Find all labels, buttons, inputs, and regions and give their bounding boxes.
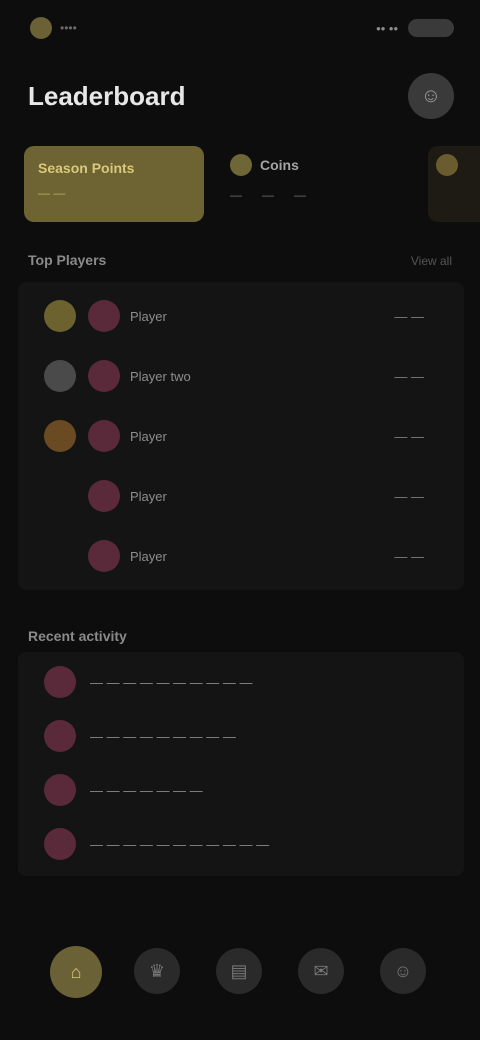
coins-card[interactable]: Coins — — — — [224, 146, 414, 222]
view-all-link[interactable]: View all — [411, 254, 452, 268]
avatar — [44, 666, 76, 698]
avatar — [88, 540, 120, 572]
activity-row[interactable]: — — — — — — — — [18, 764, 464, 816]
player-name: Player — [130, 488, 167, 504]
activity-text: — — — — — — — — — — — — [90, 836, 270, 852]
card-stat: — — [230, 188, 242, 202]
app-name: •••• — [60, 21, 77, 35]
player-score: — — — [394, 308, 424, 324]
player-name: Player — [130, 308, 167, 324]
activity-label: Recent activity — [28, 628, 127, 644]
ranking-row[interactable]: Player — — — [18, 526, 464, 586]
header: Leaderboard ☺ — [28, 73, 454, 119]
player-name: Player two — [130, 368, 191, 384]
card-title: Season Points — [38, 160, 135, 176]
avatar — [88, 420, 120, 452]
status-right: •• •• — [376, 19, 454, 37]
profile-icon[interactable]: ☺ — [380, 948, 426, 994]
activity-text: — — — — — — — — — — — [90, 674, 253, 690]
trophy-icon[interactable]: ♛ — [134, 948, 180, 994]
activity-text: — — — — — — — — [90, 782, 203, 798]
avatar — [44, 774, 76, 806]
page-title: Leaderboard — [28, 80, 186, 111]
rankings-label: Top Players — [28, 252, 107, 268]
avatar — [88, 300, 120, 332]
player-score: — — — [394, 548, 424, 564]
card-stat: — — [262, 188, 274, 202]
coin-icon — [230, 154, 252, 176]
avatar — [44, 720, 76, 752]
activity-row[interactable]: — — — — — — — — — — — — [18, 818, 464, 870]
avatar — [88, 480, 120, 512]
next-card[interactable] — [428, 146, 480, 222]
ranking-row[interactable]: Player — — — [18, 286, 464, 346]
rankings-panel: Player — — Player two — — Player — — Pla… — [18, 282, 464, 590]
chat-icon[interactable]: ✉ — [298, 948, 344, 994]
bronze-medal-icon — [44, 420, 76, 452]
card-title: Coins — [260, 157, 299, 173]
battery-icon — [408, 19, 454, 37]
summary-cards: Season Points — — Coins — — — — [24, 146, 480, 226]
chart-icon[interactable]: ▤ — [216, 948, 262, 994]
activity-panel: — — — — — — — — — — — — — — — — — — — — … — [18, 652, 464, 876]
season-points-card[interactable]: Season Points — — — [24, 146, 204, 222]
avatar — [88, 360, 120, 392]
ranking-row[interactable]: Player two — — — [18, 346, 464, 406]
home-icon[interactable]: ⌂ — [50, 946, 102, 998]
activity-row[interactable]: — — — — — — — — — — — [18, 656, 464, 708]
person-icon[interactable]: ☺ — [408, 73, 454, 119]
silver-medal-icon — [44, 360, 76, 392]
ranking-row[interactable]: Player — — — [18, 406, 464, 466]
bottom-nav: ⌂ ♛ ▤ ✉ ☺ — [0, 930, 480, 1020]
activity-text: — — — — — — — — — — [90, 728, 236, 744]
player-score: — — — [394, 428, 424, 444]
status-left: •••• — [30, 17, 77, 39]
coin-icon — [436, 154, 458, 176]
app-logo-icon — [30, 17, 52, 39]
player-name: Player — [130, 428, 167, 444]
player-score: — — — [394, 368, 424, 384]
card-value: — — — [38, 186, 66, 200]
ranking-row[interactable]: Player — — — [18, 466, 464, 526]
status-bar: •••• •• •• — [30, 14, 454, 42]
gold-medal-icon — [44, 300, 76, 332]
activity-row[interactable]: — — — — — — — — — — [18, 710, 464, 762]
status-time: •• •• — [376, 20, 398, 36]
player-name: Player — [130, 548, 167, 564]
avatar — [44, 828, 76, 860]
player-score: — — — [394, 488, 424, 504]
app-screen: •••• •• •• Leaderboard ☺ Season Points —… — [0, 0, 480, 1040]
card-stat: — — [294, 188, 306, 202]
